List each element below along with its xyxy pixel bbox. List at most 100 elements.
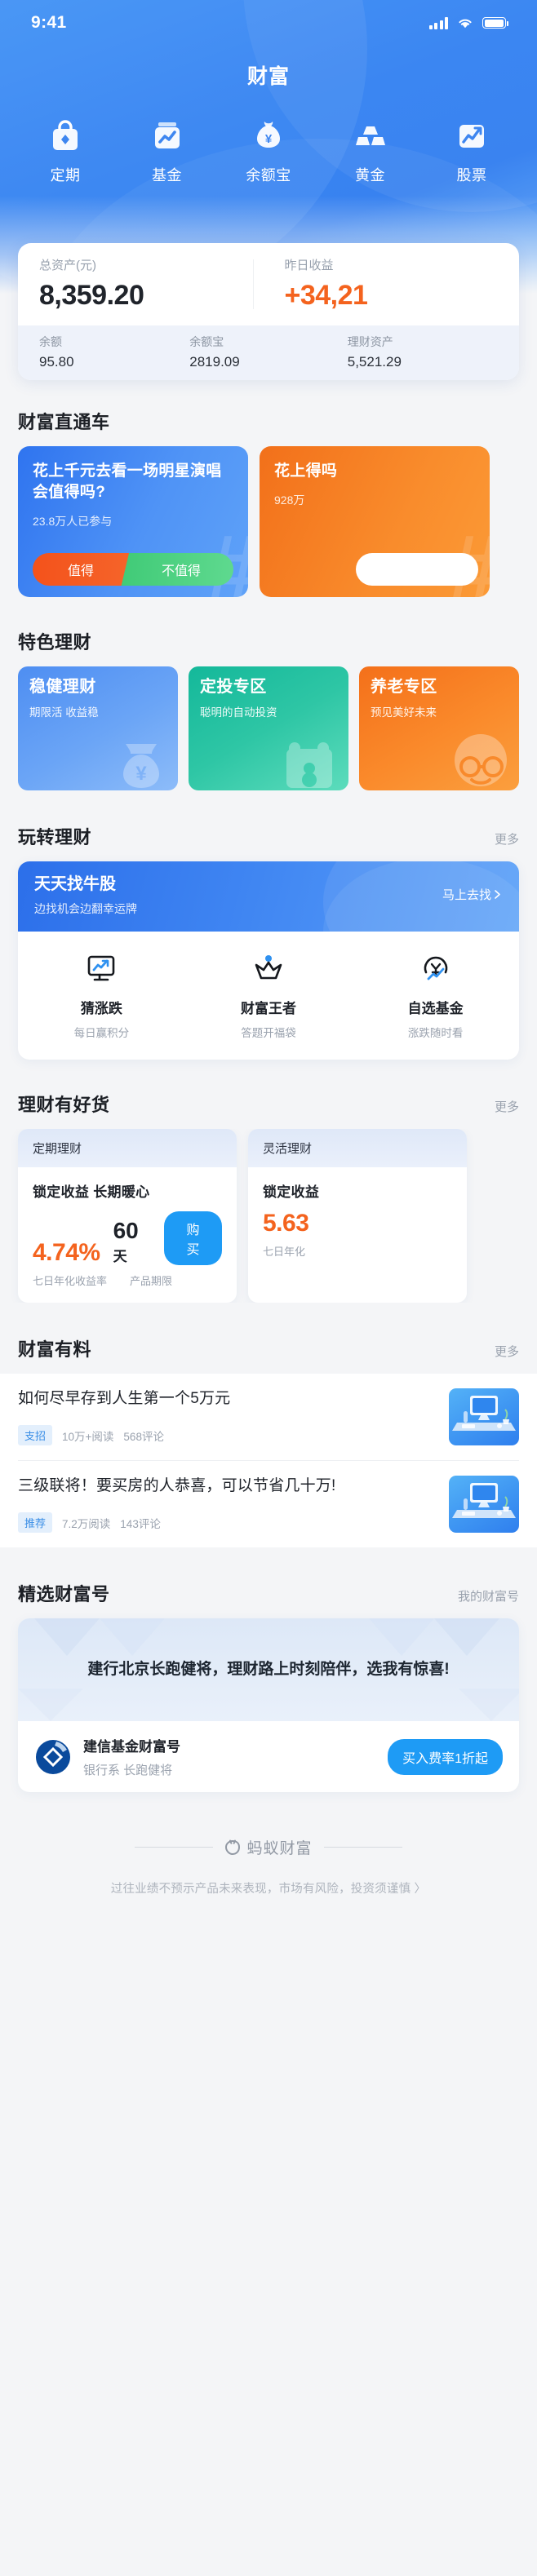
daily-profit-block: 昨日收益 +34,21 [252,259,499,309]
goods-rate-label: 七日年化 [263,1246,306,1258]
featured-cards: 稳健理财 期限活 收益稳 ¥ 定投专区 聪明的自动投资 养老专区 预见美好未来 [0,666,537,790]
featured-card-dingtou[interactable]: 定投专区 聪明的自动投资 [189,666,348,790]
quick-nav: 定期 基金 ¥ 余额宝 黄金 股票 [0,87,537,185]
vote-yes-button[interactable]: 值得 [33,553,130,586]
gold-bars-icon [352,117,389,154]
svg-text:¥: ¥ [135,763,147,785]
account-card[interactable]: 建行北京长跑健将，理财路上时刻陪伴，选我有惊喜! 建信基金财富号 银行系 长跑健… [18,1618,519,1792]
featured-card-yanglao[interactable]: 养老专区 预见美好未来 [359,666,519,790]
footer-brand-name: 蚂蚁财富 [246,1840,313,1857]
goods-metrics: 4.74% 60 天 购买 [33,1211,222,1265]
featured-card-subtitle: 期限活 收益稳 [29,706,99,719]
news-item-tag: 支招 [18,1425,53,1445]
vote-buttons[interactable]: 值得 不值得 [33,553,233,586]
breakdown-value: 95.80 [39,354,74,370]
account-banner: 建行北京长跑健将，理财路上时刻陪伴，选我有惊喜! [18,1618,519,1721]
goods-card-tab: 灵活理财 [248,1129,467,1167]
account-cta-button[interactable]: 买入费率1折起 [388,1738,503,1775]
vote-pill[interactable] [356,553,478,586]
ccb-logo-icon [34,1738,72,1776]
quicknav-item-dingqi[interactable]: 定期 [28,117,103,185]
lock-bag-icon [47,117,84,154]
goods-card[interactable]: 定期理财 锁定收益 长期暖心 4.74% 60 天 购买 七日年化收益率 产品期限 [18,1129,237,1303]
quicknav-label: 股票 [456,167,487,184]
goods-term-value: 60 天 [113,1219,152,1265]
page-title: 财富 [246,65,290,88]
express-carousel[interactable]: # 花上千元去看一场明星演唱会值得吗? 23.8万人已参与 值得 不值得 # 花… [0,446,537,597]
breakdown-item-yuebao[interactable]: 余额宝 2819.09 [189,336,347,369]
accounts-section-header: 精选财富号 我的财富号 [0,1580,537,1606]
play-item-caizhangdie[interactable]: 猜涨跌 每日赢积分 [18,953,185,1040]
quicknav-item-gupiao[interactable]: 股票 [434,117,509,185]
play-card: 天天找牛股 边找机会边翻幸运牌 马上去找 猜涨跌 每日赢积分 财富王者 答题开福… [18,861,519,1060]
goods-metric-labels: 七日年化收益率 产品期限 [33,1273,222,1288]
play-banner[interactable]: 天天找牛股 边找机会边翻幸运牌 马上去找 [18,861,519,932]
breakdown-label: 余额宝 [189,335,224,348]
featured-card-subtitle: 聪明的自动投资 [200,706,277,719]
quicknav-item-jijin[interactable]: 基金 [130,117,205,185]
goods-card[interactable]: 灵活理财 锁定收益 5.63 七日年化 [248,1129,467,1303]
breakdown-item-licai[interactable]: 理财资产 5,521.29 [348,336,498,369]
breakdown-item-balance[interactable]: 余额 95.80 [39,336,189,369]
section-more-link[interactable]: 更多 [495,830,519,848]
footer-disclaimer[interactable]: 过往业绩不预示产品未来表现，市场有风险，投资须谨慎 〉 [0,1879,537,1897]
news-item[interactable]: 三级联将！要买房的人恭喜，可以节省几十万! 推荐 7.2万阅读 143评论 [18,1461,519,1547]
goods-carousel[interactable]: 定期理财 锁定收益 长期暖心 4.74% 60 天 购买 七日年化收益率 产品期限 [0,1129,537,1303]
section-title: 精选财富号 [18,1584,110,1604]
play-grid: 猜涨跌 每日赢积分 财富王者 答题开福袋 自选基金 涨跌随时看 [18,932,519,1060]
play-section: 玩转理财 更多 天天找牛股 边找机会边翻幸运牌 马上去找 猜涨跌 每日赢积分 财… [0,823,537,1060]
goods-card-body: 锁定收益 长期暖心 4.74% 60 天 购买 七日年化收益率 产品期限 [18,1167,237,1303]
vote-buttons[interactable] [274,553,478,586]
quicknav-item-yuebao[interactable]: ¥ 余额宝 [231,117,306,185]
my-accounts-link[interactable]: 我的财富号 [458,1587,519,1604]
elder-face-icon [444,724,517,790]
news-item-title: 如何尽早存到人生第一个5万元 [18,1390,231,1407]
asset-card[interactable]: 总资产(元) 8,359.20 昨日收益 +34,21 余额 95.80 余额宝… [18,243,519,380]
section-more-link[interactable]: 更多 [495,1098,519,1115]
featured-card-subtitle: 预见美好未来 [371,706,437,719]
goods-metrics: 5.63 [263,1211,452,1236]
goods-tab-label: 灵活理财 [263,1142,313,1156]
vote-card[interactable]: # 花上得吗 928万 [260,446,490,597]
section-title: 财富有料 [18,1339,92,1360]
crown-icon [252,953,285,985]
vote-card[interactable]: # 花上千元去看一场明星演唱会值得吗? 23.8万人已参与 值得 不值得 [18,446,248,597]
svg-text:¥: ¥ [265,132,273,146]
play-banner-cta[interactable]: 马上去找 [442,886,501,903]
news-section: 财富有料 更多 如何尽早存到人生第一个5万元 支招 10万+阅读 568评论 三… [0,1335,537,1547]
play-section-header: 玩转理财 更多 [0,823,537,849]
asset-breakdown: 余额 95.80 余额宝 2819.09 理财资产 5,521.29 [18,325,519,380]
news-section-header: 财富有料 更多 [0,1335,537,1361]
section-more-link[interactable]: 更多 [495,1343,519,1360]
featured-section-header: 特色理财 [0,628,537,654]
goods-card-tab: 定期理财 [18,1129,237,1167]
asset-summary: 总资产(元) 8,359.20 昨日收益 +34,21 余额 95.80 余额宝… [18,243,519,380]
play-item-caifuwangzhe[interactable]: 财富王者 答题开福袋 [185,953,353,1040]
news-list: 如何尽早存到人生第一个5万元 支招 10万+阅读 568评论 三级联将！要买房的… [0,1374,537,1547]
quicknav-item-huangjin[interactable]: 黄金 [333,117,408,185]
goods-section: 理财有好货 更多 定期理财 锁定收益 长期暖心 4.74% 60 天 购买 七日年… [0,1091,537,1303]
goods-term-unit: 天 [113,1249,127,1264]
news-item[interactable]: 如何尽早存到人生第一个5万元 支招 10万+阅读 568评论 [18,1374,519,1461]
buy-button[interactable]: 购买 [164,1211,222,1265]
news-item-title: 三级联将！要买房的人恭喜，可以节省几十万! [18,1477,336,1494]
news-item-meta: 支招 10万+阅读 568评论 [18,1425,434,1445]
goods-tab-label: 定期理财 [33,1142,82,1156]
goods-rate-value: 5.63 [263,1210,309,1237]
vote-no-button[interactable]: 不值得 [118,553,233,586]
vote-question: 花上千元去看一场明星演唱会值得吗? [33,463,222,502]
asset-card-top: 总资产(元) 8,359.20 昨日收益 +34,21 [18,243,519,325]
vote-participants: 23.8万人已参与 [33,515,113,529]
accounts-section: 精选财富号 我的财富号 建行北京长跑健将，理财路上时刻陪伴，选我有惊喜! 建信基… [0,1580,537,1792]
news-item-content: 三级联将！要买房的人恭喜，可以节省几十万! 推荐 7.2万阅读 143评论 [18,1476,434,1533]
account-slogan: 建行北京长跑健将，理财路上时刻陪伴，选我有惊喜! [87,1661,450,1679]
goods-rate-value: 4.74% [33,1239,100,1266]
play-item-zixuanjijin[interactable]: 自选基金 涨跌随时看 [352,953,519,1040]
featured-card-wenjian[interactable]: 稳健理财 期限活 收益稳 ¥ [18,666,178,790]
breakdown-value: 2819.09 [189,354,240,370]
news-item-comments: 143评论 [120,1517,161,1530]
vote-participants: 928万 [274,494,305,507]
page-footer: 蚂蚁财富 过往业绩不预示产品未来表现，市场有风险，投资须谨慎 〉 [0,1836,537,1929]
total-assets-block: 总资产(元) 8,359.20 [39,259,253,309]
account-tags: 银行系 长跑健将 [83,1764,173,1777]
